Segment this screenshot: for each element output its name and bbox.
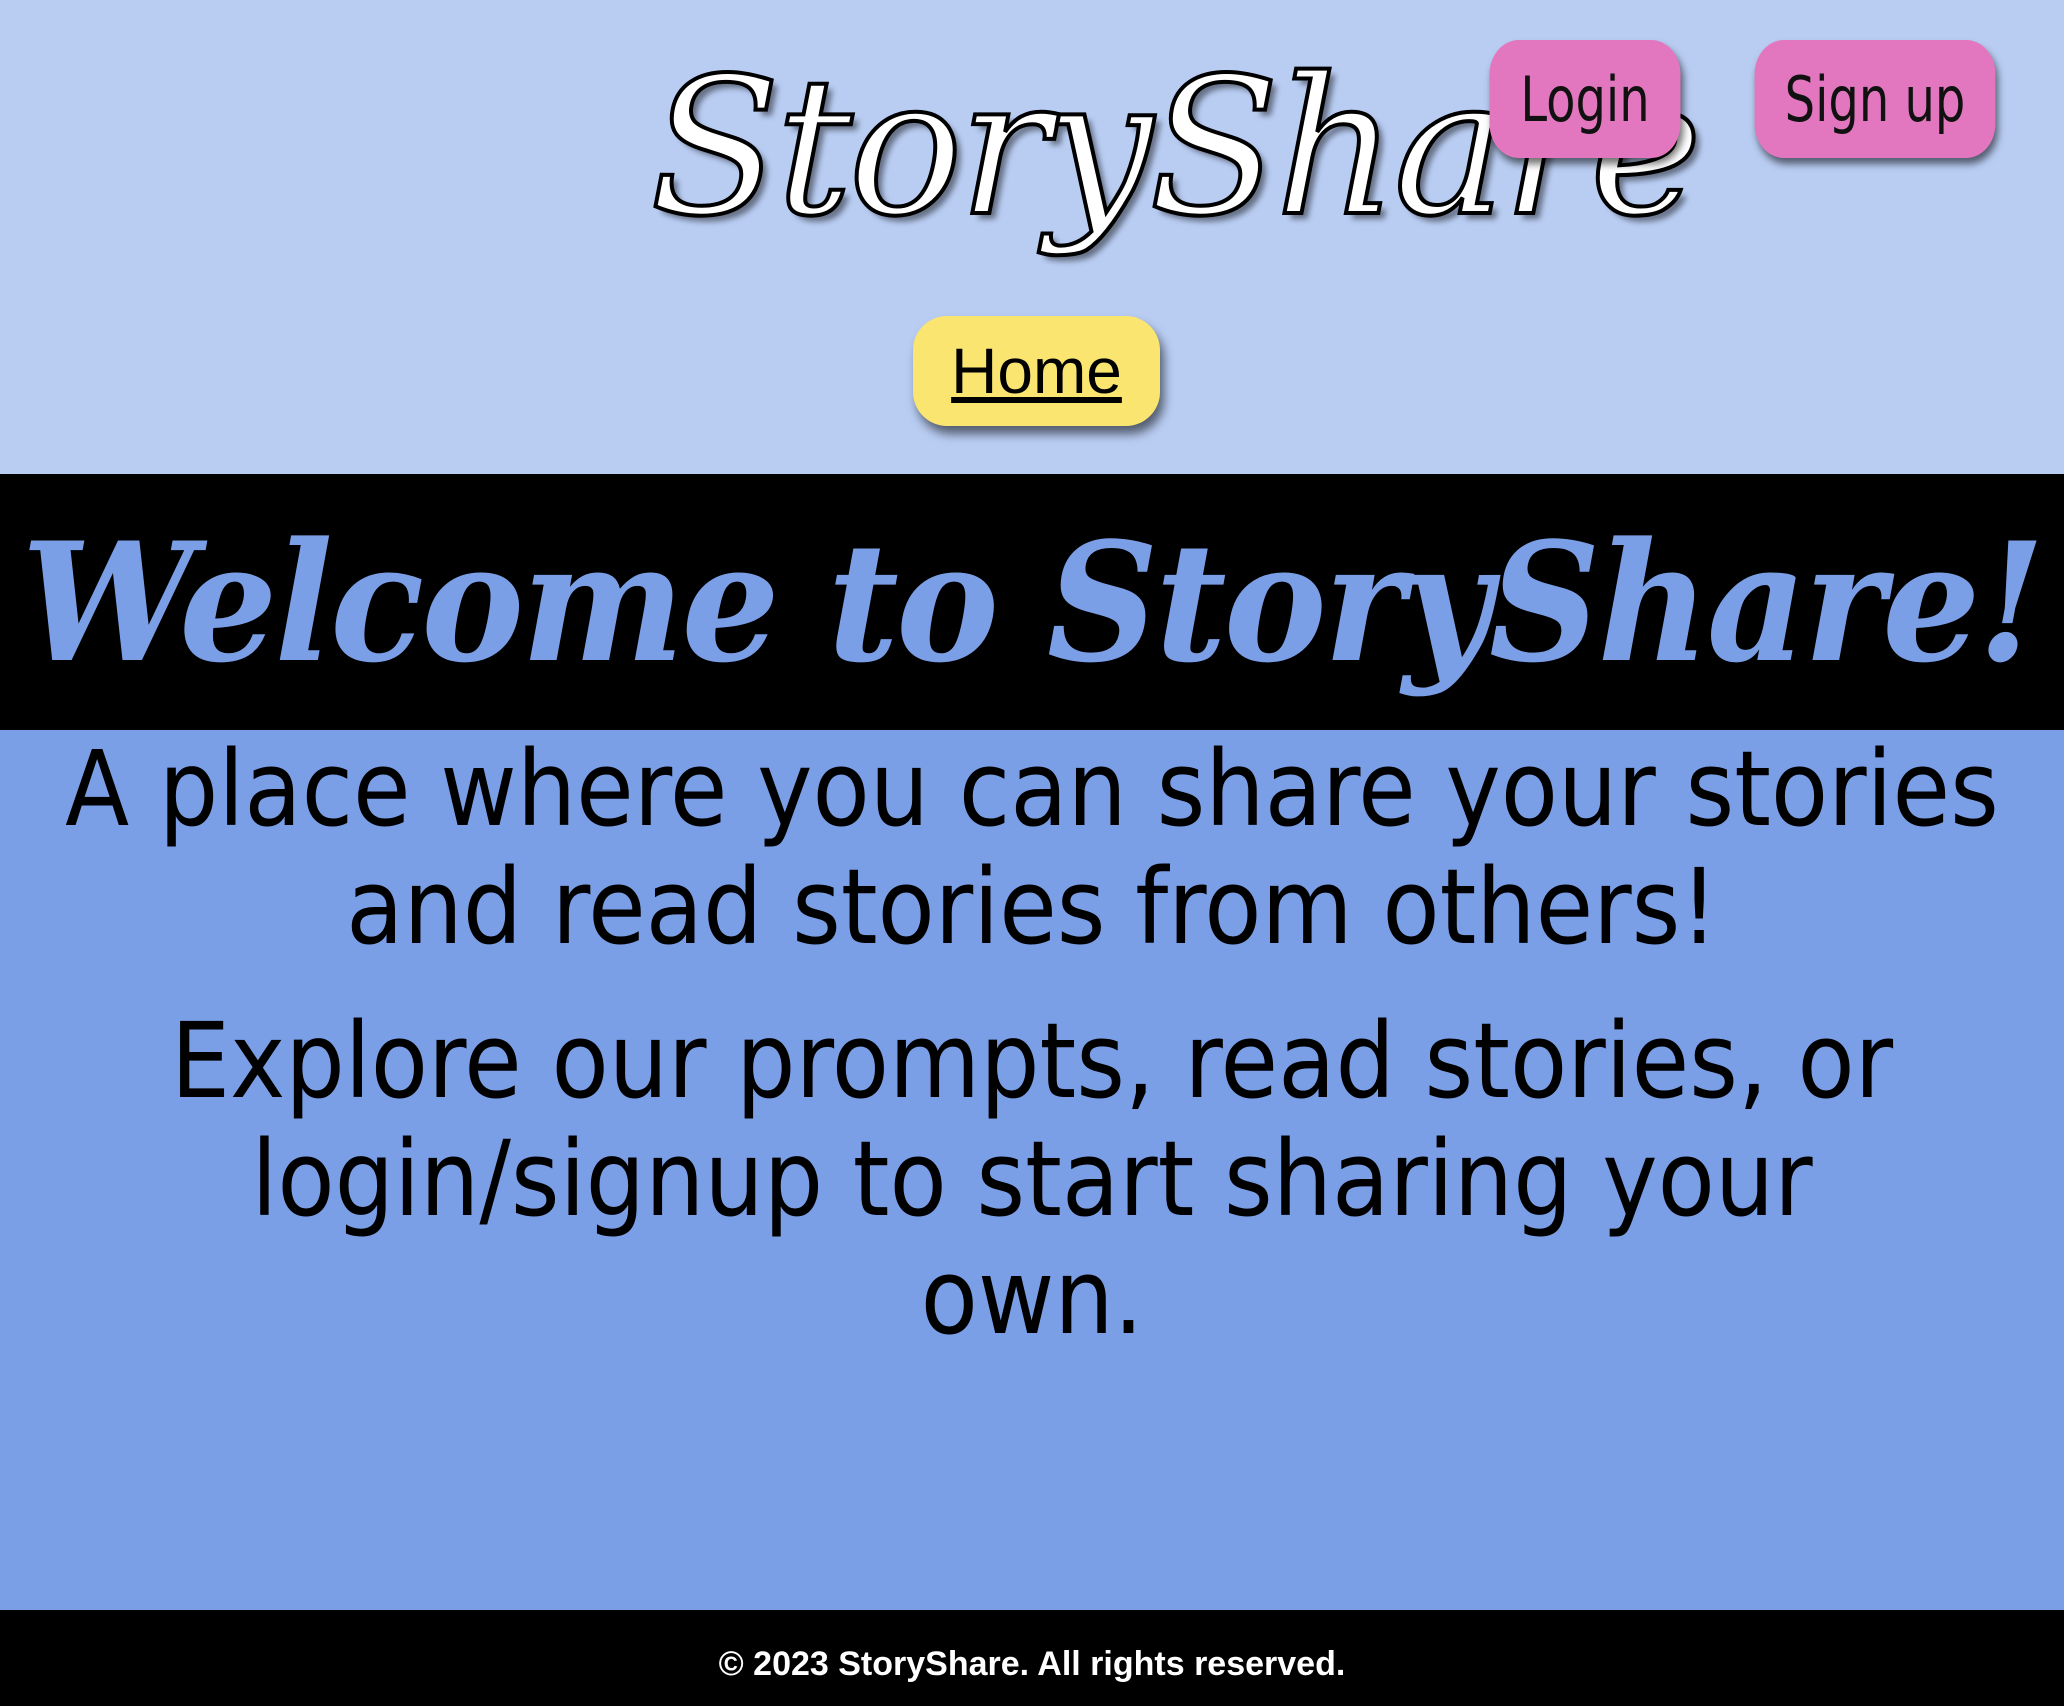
welcome-banner: Welcome to StoryShare! — [0, 474, 2064, 730]
page: StoryShare Login Sign up Home Welcome to… — [0, 0, 2064, 1706]
intro-text: A place where you can share your stories… — [65, 728, 1999, 968]
site-logo[interactable]: StoryShare — [648, 18, 1704, 298]
main-content: A place where you can share your stories… — [0, 730, 2064, 1610]
welcome-title: Welcome to StoryShare! — [21, 505, 2046, 699]
login-button[interactable]: Login — [1489, 40, 1681, 158]
site-footer: © 2023 StoryShare. All rights reserved. — [0, 1610, 2064, 1706]
site-header: StoryShare Login Sign up Home — [0, 0, 2064, 474]
copyright-text: © 2023 StoryShare. All rights reserved. — [718, 1644, 1346, 1683]
explore-text: Explore our prompts, read stories, or lo… — [170, 1000, 1894, 1358]
home-nav-link[interactable]: Home — [913, 316, 1160, 426]
signup-button[interactable]: Sign up — [1754, 40, 1996, 158]
